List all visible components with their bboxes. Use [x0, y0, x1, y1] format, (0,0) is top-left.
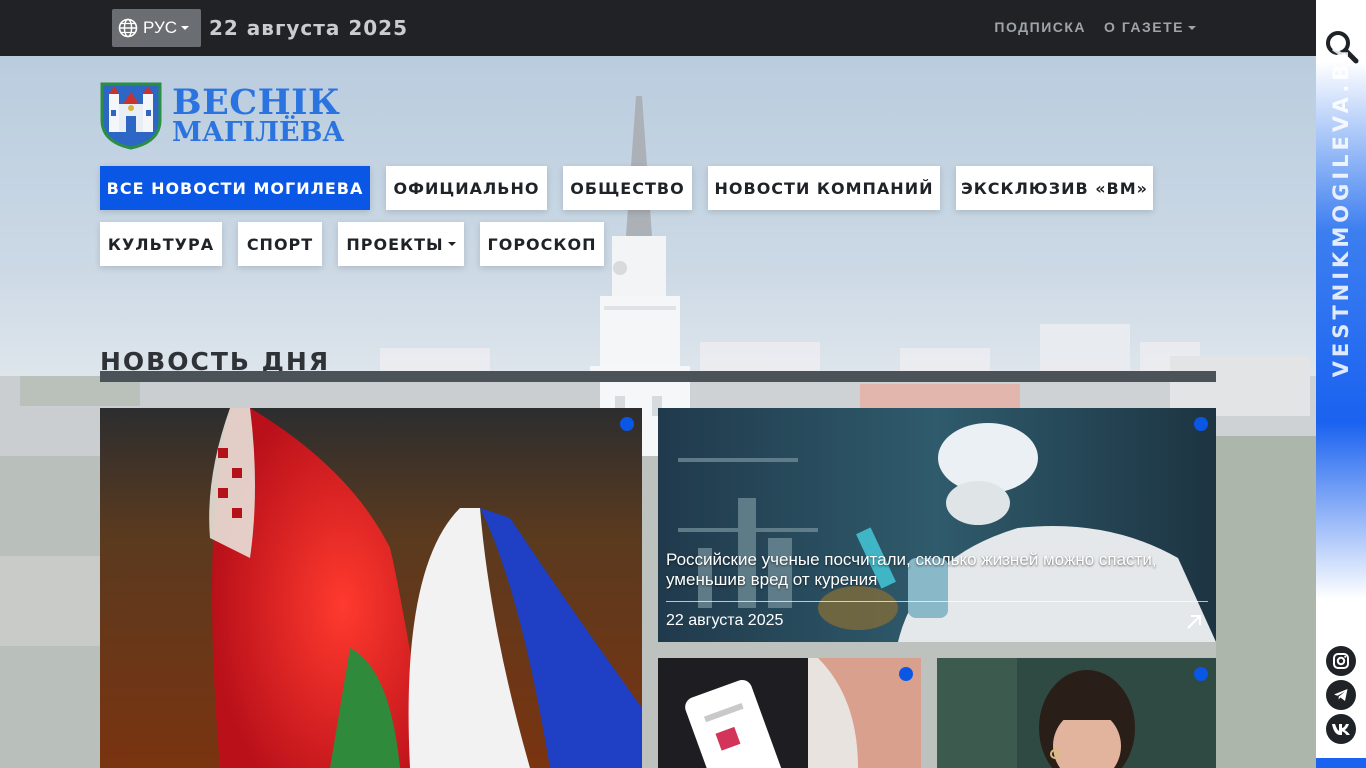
card-divider: [666, 601, 1208, 602]
language-label: РУС: [143, 18, 178, 37]
current-date: 22 августа 2025: [209, 16, 409, 40]
site-logo[interactable]: ВЕСНІК МАГІЛЁВА: [100, 80, 344, 150]
nav-projects[interactable]: ПРОЕКТЫ: [338, 222, 464, 266]
chevron-down-icon: [1188, 26, 1196, 31]
telegram-icon[interactable]: [1326, 680, 1356, 710]
category-dot: [1194, 417, 1208, 431]
logo-line-2: МАГІЛЁВА: [172, 116, 345, 148]
nav-all-news[interactable]: ВСЕ НОВОСТИ МОГИЛЕВА: [100, 166, 370, 210]
scientist-photo: [658, 408, 1216, 642]
section-divider: [100, 371, 1216, 382]
chevron-down-icon: [181, 26, 190, 30]
nav-label: КУЛЬТУРА: [107, 234, 215, 254]
sidebar-bottom-accent: [1316, 758, 1366, 768]
coat-of-arms-icon: [100, 82, 162, 150]
nav-culture[interactable]: КУЛЬТУРА: [100, 222, 222, 266]
logo-line-1: ВЕСНІК: [172, 81, 341, 123]
nav-horoscope[interactable]: ГОРОСКОП: [480, 222, 604, 266]
phone-photo: [658, 658, 921, 768]
vk-icon[interactable]: [1326, 714, 1356, 744]
category-dot: [899, 667, 913, 681]
nav-label: СПОРТ: [246, 234, 314, 254]
nav-company-news[interactable]: НОВОСТИ КОМПАНИЙ: [708, 166, 940, 210]
news-card-flags[interactable]: [100, 408, 642, 768]
right-sidebar: VESTNIKMOGILEVA.BY: [1316, 0, 1366, 768]
top-bar: РУС 22 августа 2025 ПОДПИСКА О ГАЗЕТЕ: [0, 0, 1316, 56]
news-card-phone[interactable]: [658, 658, 921, 768]
nav-label: ВСЕ НОВОСТИ МОГИЛЕВА: [106, 178, 364, 198]
nav-label: ОБЩЕСТВО: [570, 178, 685, 198]
arrow-up-right-icon[interactable]: [1186, 614, 1202, 630]
instagram-icon[interactable]: [1326, 646, 1356, 676]
woman-photo: [937, 658, 1216, 768]
top-links: ПОДПИСКА О ГАЗЕТЕ: [994, 19, 1196, 35]
about-newspaper-menu[interactable]: О ГАЗЕТЕ: [1104, 19, 1196, 35]
nav-label: ОФИЦИАЛЬНО: [393, 178, 540, 198]
news-card-woman[interactable]: [937, 658, 1216, 768]
chevron-down-icon: [447, 242, 456, 246]
subscription-link[interactable]: ПОДПИСКА: [994, 19, 1086, 35]
flags-photo: [100, 408, 642, 768]
nav-label: НОВОСТИ КОМПАНИЙ: [714, 178, 934, 198]
nav-sport[interactable]: СПОРТ: [238, 222, 322, 266]
language-selector[interactable]: РУС: [112, 9, 201, 47]
nav-exclusive[interactable]: ЭКСКЛЮЗИВ «ВМ»: [956, 166, 1153, 210]
news-date: 22 августа 2025: [666, 612, 784, 629]
category-dot: [620, 417, 634, 431]
nav-society[interactable]: ОБЩЕСТВО: [563, 166, 692, 210]
site-domain-vertical: VESTNIKMOGILEVA.BY: [1329, 42, 1353, 378]
nav-label: ПРОЕКТЫ: [346, 234, 444, 254]
nav-official[interactable]: ОФИЦИАЛЬНО: [386, 166, 547, 210]
nav-label: ЭКСКЛЮЗИВ «ВМ»: [960, 178, 1149, 198]
news-title[interactable]: Российские ученые посчитали, сколько жиз…: [666, 550, 1211, 590]
category-dot: [1194, 667, 1208, 681]
news-card-scientist[interactable]: Российские ученые посчитали, сколько жиз…: [658, 408, 1216, 642]
nav-label: ГОРОСКОП: [487, 234, 597, 254]
globe-icon: [118, 18, 138, 38]
about-newspaper-label: О ГАЗЕТЕ: [1104, 19, 1184, 35]
